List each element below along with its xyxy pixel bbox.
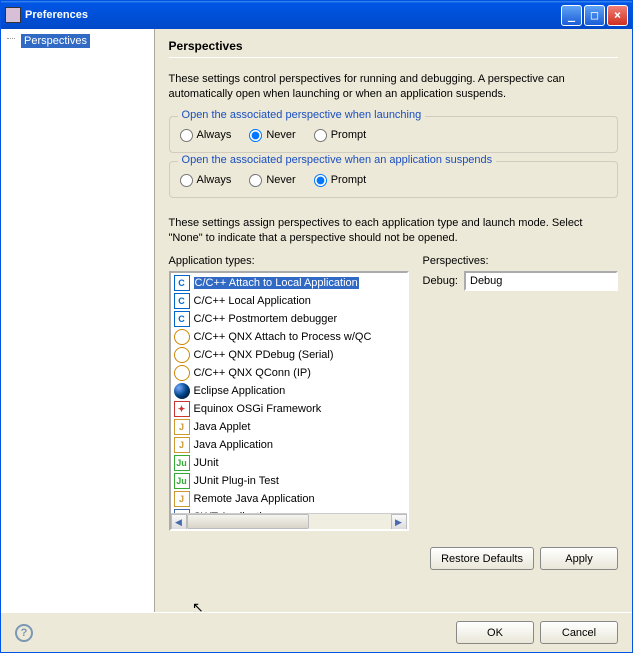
list-item[interactable]: C C/C++ Local Application [172, 292, 406, 310]
group-suspend-title: Open the associated perspective when an … [178, 154, 497, 166]
radio-label: Always [197, 174, 232, 186]
c-icon: C [174, 293, 190, 309]
radio-label: Always [197, 129, 232, 141]
restore-defaults-button[interactable]: Restore Defaults [430, 547, 534, 570]
radio-launch-prompt[interactable]: Prompt [314, 129, 366, 142]
perspectives-col-label: Perspectives: [423, 255, 618, 267]
list-item-label: C/C++ Local Application [194, 295, 311, 307]
radio-label: Prompt [331, 174, 366, 186]
list-item[interactable]: J Java Applet [172, 418, 406, 436]
list-item[interactable]: Ju JUnit Plug-in Test [172, 472, 406, 490]
list-item-label: C/C++ QNX QConn (IP) [194, 367, 311, 379]
radio-suspend-never[interactable]: Never [249, 174, 295, 187]
list-item-label: JUnit [194, 457, 219, 469]
list-item[interactable]: Ju JUnit [172, 454, 406, 472]
minimize-button[interactable]: _ [561, 5, 582, 26]
ju-icon: Ju [174, 473, 190, 489]
j-icon: J [174, 437, 190, 453]
list-item-label: C/C++ QNX PDebug (Serial) [194, 349, 334, 361]
scroll-right-button[interactable]: ▶ [391, 514, 407, 530]
radio-input[interactable] [249, 174, 262, 187]
ok-button[interactable]: OK [456, 621, 534, 644]
preferences-window: Preferences _ □ × Perspectives Perspecti… [0, 0, 633, 653]
list-item-label: C/C++ Postmortem debugger [194, 313, 338, 325]
radio-label: Never [266, 129, 295, 141]
radio-suspend-always[interactable]: Always [180, 174, 232, 187]
list-item[interactable]: ✦ Equinox OSGi Framework [172, 400, 406, 418]
j-icon: J [174, 419, 190, 435]
divider [169, 57, 618, 58]
j-icon: J [174, 491, 190, 507]
list-item[interactable]: J Remote Java Application [172, 490, 406, 508]
sun-icon [174, 329, 190, 345]
group-suspend: Open the associated perspective when an … [169, 161, 618, 198]
list-item-label: Java Applet [194, 421, 251, 433]
list-item-label: Eclipse Application [194, 385, 286, 397]
list-item-label: C/C++ QNX Attach to Process w/QC [194, 331, 372, 343]
c-icon: C [174, 311, 190, 327]
osgi-icon: ✦ [174, 401, 190, 417]
sun-icon [174, 365, 190, 381]
radio-input[interactable] [314, 174, 327, 187]
sun-icon [174, 347, 190, 363]
list-item[interactable]: Eclipse Application [172, 382, 406, 400]
list-item[interactable]: C/C++ QNX QConn (IP) [172, 364, 406, 382]
titlebar[interactable]: Preferences _ □ × [1, 1, 632, 29]
eclipse-icon [174, 383, 190, 399]
sidebar-item-perspectives[interactable]: Perspectives [1, 33, 154, 49]
list-item-label: Equinox OSGi Framework [194, 403, 322, 415]
scroll-track[interactable] [187, 514, 391, 529]
app-types-listbox[interactable]: C C/C++ Attach to Local Application C C/C++… [169, 271, 409, 531]
radio-label: Prompt [331, 129, 366, 141]
radio-input[interactable] [249, 129, 262, 142]
debug-label: Debug: [423, 275, 458, 287]
help-icon[interactable]: ? [15, 624, 33, 642]
scroll-thumb[interactable] [187, 514, 309, 529]
debug-input[interactable] [464, 271, 618, 291]
radio-launch-always[interactable]: Always [180, 129, 232, 142]
scroll-left-button[interactable]: ◀ [171, 514, 187, 530]
app-types-label: Application types: [169, 255, 409, 267]
description: These settings control perspectives for … [169, 72, 618, 102]
radio-input[interactable] [180, 174, 193, 187]
list-item-label: C/C++ Attach to Local Application [194, 277, 359, 289]
close-button[interactable]: × [607, 5, 628, 26]
c-icon: C [174, 275, 190, 291]
list-item[interactable]: C C/C++ Attach to Local Application [172, 274, 406, 292]
horizontal-scrollbar[interactable]: ◀ ▶ [171, 513, 407, 529]
list-item[interactable]: C/C++ QNX PDebug (Serial) [172, 346, 406, 364]
page-title: Perspectives [169, 39, 618, 53]
radio-input[interactable] [314, 129, 327, 142]
list-item-label: JUnit Plug-in Test [194, 475, 279, 487]
radio-launch-never[interactable]: Never [249, 129, 295, 142]
radio-input[interactable] [180, 129, 193, 142]
bottombar: ? OK Cancel [1, 612, 632, 652]
assign-description: These settings assign perspectives to ea… [169, 216, 618, 246]
list-item[interactable]: C C/C++ Postmortem debugger [172, 310, 406, 328]
ju-icon: Ju [174, 455, 190, 471]
main-panel: Perspectives These settings control pers… [155, 29, 632, 612]
cancel-button[interactable]: Cancel [540, 621, 618, 644]
maximize-button[interactable]: □ [584, 5, 605, 26]
window-title: Preferences [25, 9, 561, 21]
group-launch-title: Open the associated perspective when lau… [178, 109, 426, 121]
radio-label: Never [266, 174, 295, 186]
list-item-label: Java Application [194, 439, 274, 451]
app-icon [5, 7, 21, 23]
sidebar: Perspectives [1, 29, 155, 612]
radio-suspend-prompt[interactable]: Prompt [314, 174, 366, 187]
apply-button[interactable]: Apply [540, 547, 618, 570]
list-item-label: Remote Java Application [194, 493, 315, 505]
sidebar-item-label: Perspectives [21, 34, 90, 48]
list-item[interactable]: J Java Application [172, 436, 406, 454]
list-item[interactable]: C/C++ QNX Attach to Process w/QC [172, 328, 406, 346]
group-launch: Open the associated perspective when lau… [169, 116, 618, 153]
